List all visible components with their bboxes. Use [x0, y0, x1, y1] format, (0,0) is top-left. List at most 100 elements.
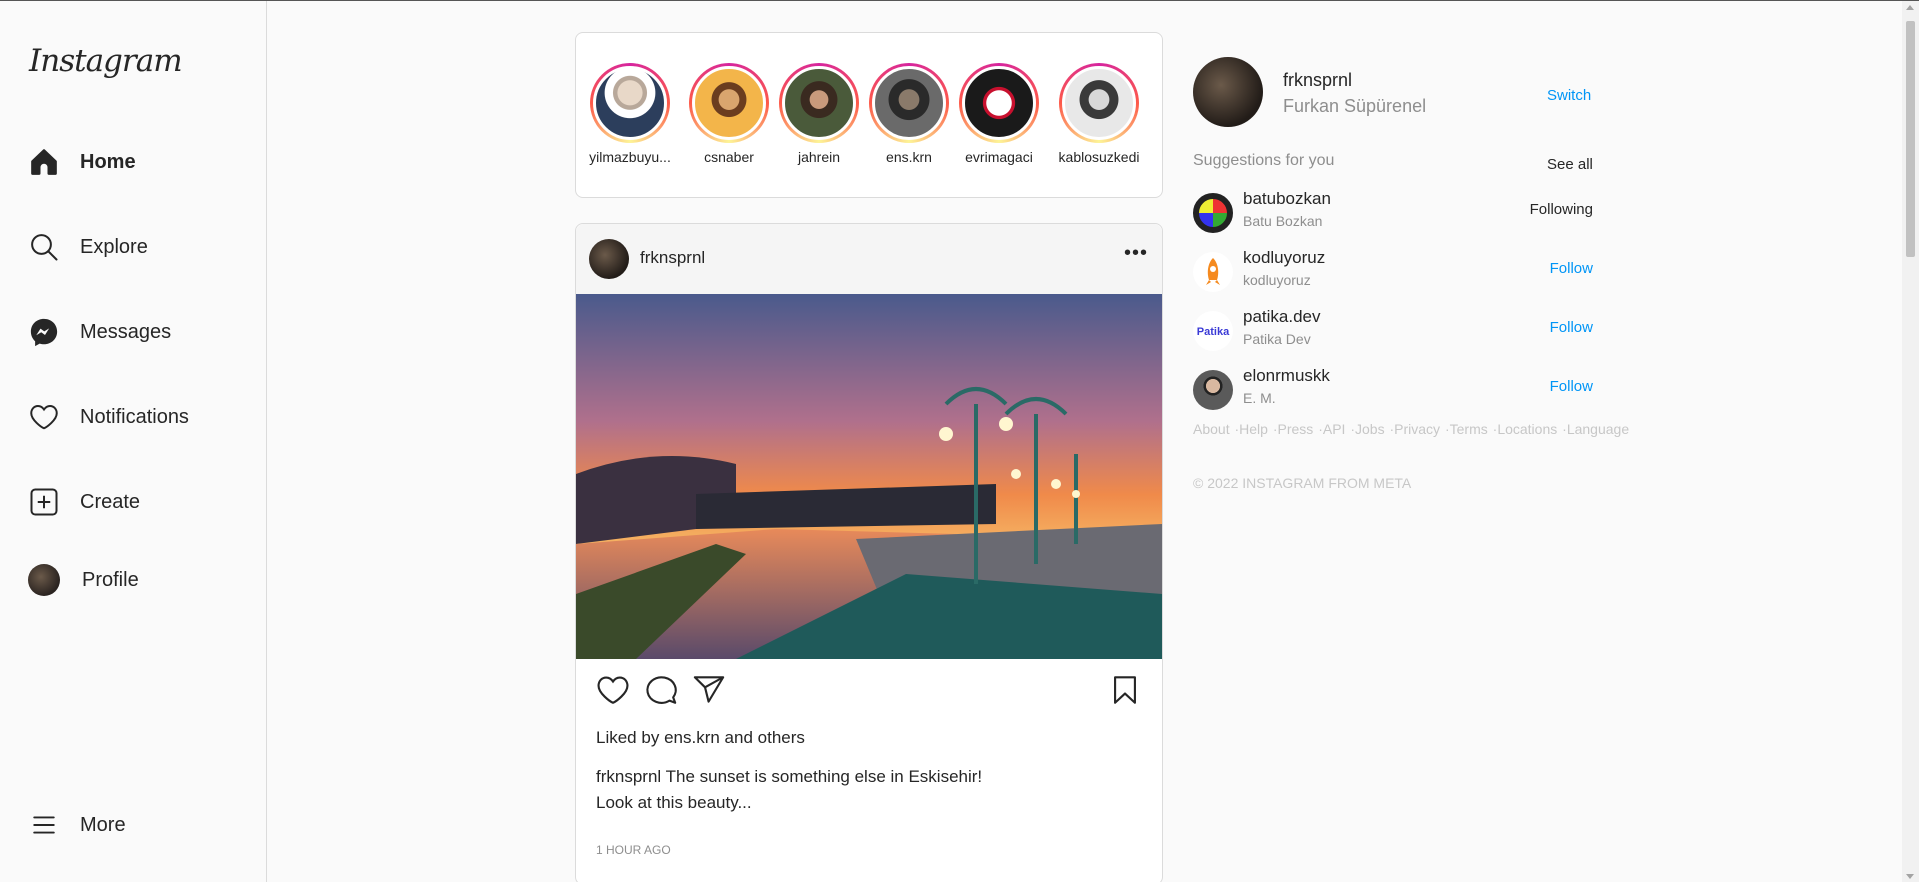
plus-square-icon [28, 486, 60, 518]
sidebar-item-profile[interactable]: Profile [28, 560, 139, 600]
search-icon [28, 231, 60, 263]
post-caption: frknsprnl The sunset is something else i… [596, 764, 982, 816]
footer-link-language[interactable]: Language [1567, 421, 1629, 437]
suggestion-item: batubozkan Batu Bozkan Following [1193, 187, 1593, 235]
sidebar-item-label: Profile [82, 568, 139, 591]
post-header: frknsprnl ••• [576, 224, 1162, 294]
story-username: evrimagaci [965, 149, 1033, 165]
sidebar-item-messages[interactable]: Messages [28, 312, 171, 352]
suggestion-username[interactable]: elonrmuskk [1243, 366, 1330, 386]
sidebar-item-more[interactable]: More [28, 805, 126, 845]
liked-others-link[interactable]: others [758, 728, 805, 747]
story-username: kablosuzkedi [1058, 149, 1140, 165]
caption-text: The sunset is something else in Eskisehi… [665, 767, 983, 786]
post-image[interactable] [576, 294, 1162, 659]
feed-post: frknsprnl ••• Liked by ens.krn and other… [575, 223, 1163, 882]
following-button[interactable]: Following [1530, 201, 1593, 218]
suggestion-item: Patika patika.dev Patika Dev Follow [1193, 305, 1593, 353]
avatar [28, 564, 60, 596]
follow-button[interactable]: Follow [1550, 378, 1593, 395]
messenger-icon [28, 316, 60, 348]
footer-links: About ·Help ·Press ·API ·Jobs ·Privacy ·… [1193, 421, 1630, 437]
home-icon [28, 146, 60, 178]
story-ring [689, 63, 769, 143]
liked-and: and [724, 728, 753, 747]
sidebar-item-label: Home [80, 150, 136, 173]
follow-button[interactable]: Follow [1550, 319, 1593, 336]
comment-icon[interactable] [644, 673, 678, 707]
sidebar-item-label: Explore [80, 235, 148, 258]
footer-link-jobs[interactable]: Jobs [1355, 421, 1385, 437]
caption-text-line2: Look at this beauty... [596, 793, 752, 812]
scroll-down-arrow-icon[interactable] [1906, 874, 1914, 879]
story-item[interactable]: jahrein [774, 63, 864, 165]
suggestion-avatar[interactable] [1193, 252, 1233, 292]
liked-prefix: Liked by [596, 728, 660, 747]
story-ring [1059, 63, 1139, 143]
footer-link-about[interactable]: About [1193, 421, 1230, 437]
copyright: © 2022 INSTAGRAM FROM META [1193, 475, 1412, 491]
scroll-up-arrow-icon[interactable] [1906, 5, 1914, 10]
instagram-logo[interactable]: Instagram [29, 43, 183, 79]
suggestion-item: elonrmuskk E. M. Follow [1193, 364, 1593, 412]
sidebar-item-create[interactable]: Create [28, 482, 140, 522]
story-ring [590, 63, 670, 143]
footer-link-terms[interactable]: Terms [1450, 421, 1488, 437]
svg-text:Patika: Patika [1197, 326, 1230, 338]
profile-avatar[interactable] [1193, 57, 1263, 127]
heart-icon [28, 401, 60, 433]
patika-logo-icon[interactable]: Patika [1193, 311, 1233, 351]
story-item[interactable]: ens.krn [864, 63, 954, 165]
story-username: jahrein [797, 149, 841, 165]
suggestion-item: kodluyoruz kodluyoruz Follow [1193, 246, 1593, 294]
suggestion-name: Batu Bozkan [1243, 213, 1323, 229]
story-username: csnaber [704, 149, 754, 165]
sidebar-item-home[interactable]: Home [28, 142, 136, 182]
share-icon[interactable] [692, 673, 726, 707]
footer-link-help[interactable]: Help [1239, 421, 1268, 437]
story-item[interactable]: evrimagaci [954, 63, 1044, 165]
bookmark-icon[interactable] [1108, 673, 1142, 707]
caption-username[interactable]: frknsprnl [596, 767, 661, 786]
page-scrollbar[interactable] [1902, 1, 1919, 882]
follow-button[interactable]: Follow [1550, 260, 1593, 277]
footer-link-privacy[interactable]: Privacy [1394, 421, 1440, 437]
story-username: yilmazbuyu... [589, 149, 671, 165]
like-heart-icon[interactable] [596, 673, 630, 707]
switch-account-button[interactable]: Switch [1547, 87, 1591, 104]
suggestion-avatar[interactable] [1193, 193, 1233, 233]
sidebar-item-label: Messages [80, 320, 172, 343]
suggestion-username[interactable]: patika.dev [1243, 307, 1321, 327]
sidebar-item-notifications[interactable]: Notifications [28, 397, 189, 437]
scrollbar-thumb[interactable] [1906, 21, 1915, 257]
liked-by: Liked by ens.krn and others [596, 728, 805, 748]
suggestion-username[interactable]: batubozkan [1243, 189, 1331, 209]
story-item[interactable]: csnaber [684, 63, 774, 165]
story-ring [869, 63, 949, 143]
suggestions-title: Suggestions for you [1193, 152, 1335, 169]
menu-icon [28, 809, 60, 841]
suggestion-name: Patika Dev [1243, 331, 1311, 347]
profile-username[interactable]: frknsprnl [1283, 70, 1352, 91]
post-timestamp[interactable]: 1 HOUR AGO [596, 843, 671, 857]
suggestion-username[interactable]: kodluyoruz [1243, 248, 1325, 268]
sidebar-item-label: More [80, 813, 126, 836]
story-username: ens.krn [886, 149, 932, 165]
story-item[interactable]: yilmazbuyu... [585, 63, 675, 165]
liked-user-link[interactable]: ens.krn [664, 728, 720, 747]
profile-full-name: Furkan Süpürenel [1283, 96, 1427, 116]
footer-link-api[interactable]: API [1323, 421, 1346, 437]
stories-tray: yilmazbuyu... csnaber jahrein ens.krn ev… [575, 32, 1163, 198]
post-actions [596, 673, 726, 707]
suggestion-avatar[interactable] [1193, 370, 1233, 410]
sidebar-item-explore[interactable]: Explore [28, 227, 148, 267]
footer-link-locations[interactable]: Locations [1497, 421, 1557, 437]
sidebar-item-label: Create [80, 490, 141, 513]
story-item[interactable]: kablosuzkedi [1054, 63, 1144, 165]
more-options-icon[interactable]: ••• [1124, 242, 1148, 265]
story-ring [779, 63, 859, 143]
footer-link-press[interactable]: Press [1278, 421, 1314, 437]
post-username[interactable]: frknsprnl [640, 248, 705, 268]
post-avatar[interactable] [589, 239, 629, 279]
see-all-button[interactable]: See all [1547, 156, 1593, 173]
